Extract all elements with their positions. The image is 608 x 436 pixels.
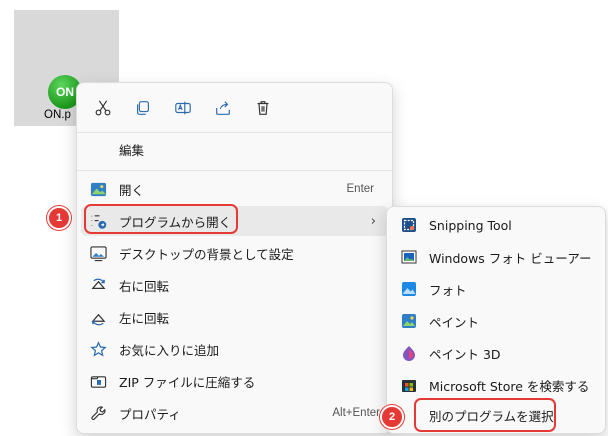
share-icon [216, 101, 230, 115]
menu-item-set-wallpaper[interactable]: デスクトップの背景として設定 [81, 238, 388, 268]
context-toolbar [87, 95, 279, 121]
context-menu: 編集 開く Enter プログラムから開く › デスクトップの背景として設定 右… [76, 82, 393, 434]
menu-item-label: デスクトップの背景として設定 [119, 246, 294, 262]
menu-item-rotate-right[interactable]: 右に回転 [81, 270, 388, 300]
menu-item-label: お気に入りに追加 [119, 342, 220, 358]
wrench-icon [89, 404, 107, 422]
submenu-item-store-search[interactable]: Microsoft Store を検索する [391, 370, 601, 400]
submenu-item-photos[interactable]: フォト [391, 274, 601, 304]
menu-item-label: 編集 [119, 142, 145, 158]
submenu-item-paint-3d[interactable]: ペイント 3D [391, 338, 601, 368]
submenu-item-paint[interactable]: ペイント [391, 306, 601, 336]
share-button[interactable] [207, 95, 239, 121]
highlight-open-with [84, 204, 238, 234]
menu-item-label: 右に回転 [119, 278, 170, 294]
shortcut-label: Alt+Enter [332, 407, 380, 419]
paint-3d-icon [401, 345, 417, 361]
menu-item-label: 左に回転 [119, 310, 170, 326]
rename-icon [175, 101, 191, 115]
menu-item-label: プロパティ [119, 406, 181, 422]
rotate-right-icon [89, 276, 107, 294]
cut-button[interactable] [87, 95, 119, 121]
submenu-item-label: ペイント [429, 314, 480, 330]
menu-item-label: 開く [119, 182, 145, 198]
menu-separator [77, 132, 392, 133]
menu-item-compress-zip[interactable]: ZIP ファイルに圧縮する [81, 366, 388, 396]
menu-item-edit[interactable]: 編集 [81, 134, 388, 164]
shortcut-label: Enter [346, 183, 375, 195]
photos-icon [89, 180, 107, 198]
wallpaper-icon [89, 244, 107, 262]
submenu-item-label: フォト [429, 282, 467, 298]
photo-viewer-icon [401, 249, 417, 265]
paint-icon [401, 313, 417, 329]
submenu-item-photo-viewer[interactable]: Windows フォト ビューアー [391, 242, 601, 272]
chevron-right-icon: › [370, 213, 376, 229]
copy-icon [137, 101, 149, 115]
submenu-item-label: Microsoft Store を検索する [429, 378, 590, 394]
copy-button[interactable] [127, 95, 159, 121]
zip-icon [89, 372, 107, 390]
submenu-item-label: ペイント 3D [429, 346, 501, 362]
snipping-tool-icon [401, 217, 417, 233]
store-icon [401, 377, 417, 393]
highlight-choose-another-app [414, 398, 556, 432]
step-badge-1: 1 [47, 206, 71, 230]
photos-app-icon [401, 281, 417, 297]
rotate-left-icon [89, 308, 107, 326]
submenu-item-label: Snipping Tool [429, 217, 512, 233]
star-icon [89, 340, 107, 358]
menu-item-properties[interactable]: プロパティ Alt+Enter [81, 398, 388, 428]
delete-button[interactable] [247, 95, 279, 121]
step-badge-2: 2 [380, 405, 404, 429]
menu-item-add-favorites[interactable]: お気に入りに追加 [81, 334, 388, 364]
delete-icon [257, 101, 269, 115]
menu-item-label: ZIP ファイルに圧縮する [119, 374, 256, 390]
rename-button[interactable] [167, 95, 199, 121]
cut-icon [95, 100, 111, 116]
file-name-label: ON.p [44, 109, 71, 121]
submenu-item-snipping-tool[interactable]: Snipping Tool [391, 210, 601, 240]
menu-separator [77, 170, 392, 171]
submenu-item-label: Windows フォト ビューアー [429, 250, 592, 266]
menu-item-rotate-left[interactable]: 左に回転 [81, 302, 388, 332]
menu-item-open[interactable]: 開く Enter [81, 174, 388, 204]
